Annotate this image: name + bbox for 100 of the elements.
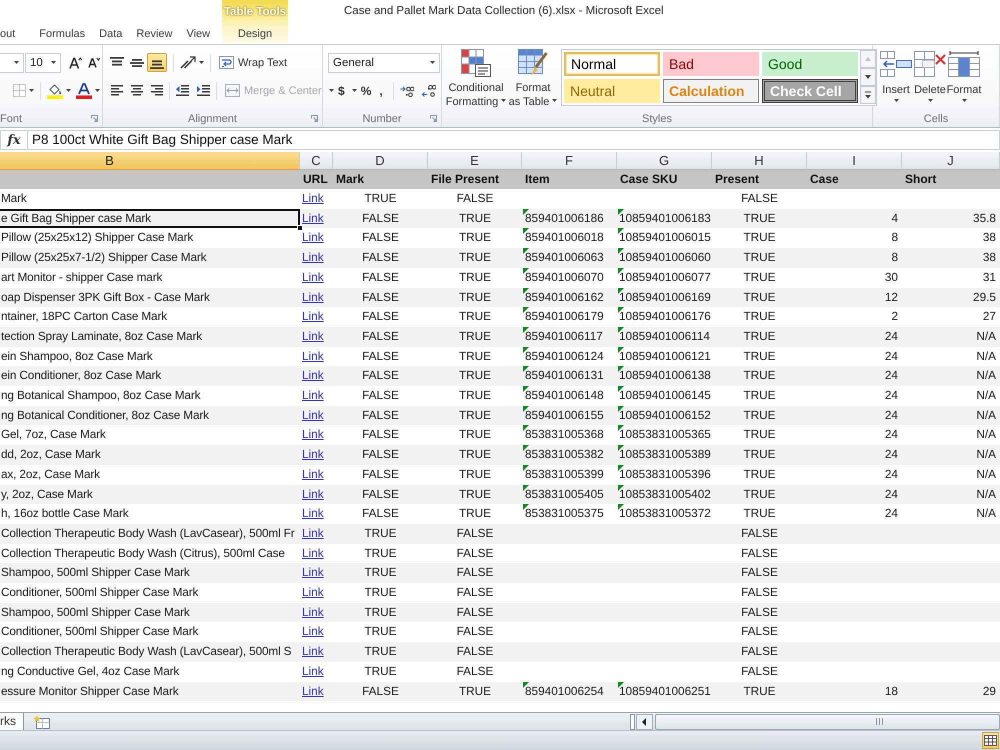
column-header[interactable]: F (522, 152, 617, 170)
expand-gallery-icon[interactable] (860, 86, 876, 104)
font-color-icon[interactable] (76, 82, 92, 98)
scroll-down-icon[interactable] (860, 68, 876, 86)
caret-icon[interactable] (29, 89, 34, 92)
scroll-left-icon[interactable] (636, 714, 653, 730)
caret-icon[interactable] (352, 89, 357, 92)
hyperlink[interactable]: Link (300, 346, 333, 366)
dialog-launcher-icon[interactable] (311, 115, 318, 122)
column-header[interactable]: D (333, 152, 428, 170)
column-header[interactable]: I (807, 152, 902, 170)
caret-icon[interactable] (14, 61, 19, 64)
increase-indent-icon[interactable] (197, 85, 210, 96)
insert-button[interactable]: Insert (879, 49, 913, 110)
hyperlink[interactable]: Link (300, 268, 333, 288)
caret-icon[interactable] (894, 98, 898, 102)
cell-style-option[interactable]: Normal (564, 52, 660, 76)
hyperlink[interactable]: Link (300, 288, 333, 308)
hyperlink[interactable]: Link (300, 563, 333, 584)
format-as-table-button[interactable]: Format as Table (507, 49, 559, 110)
caret-icon[interactable] (95, 89, 100, 92)
column-header[interactable]: C (300, 152, 333, 170)
paint-bucket-icon[interactable] (47, 82, 63, 98)
cell-style-option[interactable]: Neutral (564, 79, 660, 103)
insert-function-button[interactable]: fx (0, 130, 28, 150)
wrap-text-button[interactable]: Wrap Text (217, 52, 290, 72)
normal-view-button[interactable] (982, 732, 999, 749)
caret-icon[interactable] (501, 98, 506, 102)
caret-icon[interactable] (430, 61, 435, 64)
scrollbar-thumb[interactable] (655, 714, 1000, 730)
caret-icon[interactable] (51, 61, 56, 64)
dialog-launcher-icon[interactable] (91, 115, 98, 122)
column-header[interactable]: H (712, 152, 807, 170)
ribbon-tab[interactable]: Formulas (32, 25, 92, 44)
new-sheet-icon[interactable] (33, 714, 50, 728)
dialog-launcher-icon[interactable] (430, 115, 437, 122)
column-header[interactable]: B (0, 152, 300, 170)
hyperlink[interactable]: Link (300, 425, 333, 446)
hyperlink[interactable]: Link (300, 583, 333, 603)
hyperlink[interactable]: Link (300, 464, 333, 485)
hyperlink[interactable]: Link (300, 682, 333, 702)
table-cell-text: essure Monitor Shipper Case Mark (0, 682, 180, 700)
delete-button[interactable]: Delete (913, 49, 947, 110)
decrease-indent-icon[interactable] (176, 85, 189, 96)
hyperlink[interactable]: Link (300, 366, 333, 386)
shrink-font-icon[interactable] (88, 57, 100, 68)
align-left-icon[interactable] (111, 85, 123, 96)
hyperlink[interactable]: Link (300, 642, 333, 662)
hyperlink[interactable]: Link (300, 504, 333, 524)
hyperlink[interactable]: Link (300, 622, 333, 642)
cell-style-option[interactable]: Bad (663, 52, 759, 76)
ribbon-tab[interactable]: Design (222, 25, 288, 44)
hyperlink[interactable]: Link (300, 189, 333, 209)
hyperlink[interactable]: Link (300, 406, 333, 426)
hyperlink[interactable]: Link (300, 228, 333, 248)
table-cell-text: FALSE (361, 387, 400, 404)
cell-style-option[interactable]: Good (762, 52, 858, 76)
accounting-format-button[interactable]: $ (334, 82, 349, 100)
sheet-tab[interactable]: rks (0, 713, 24, 730)
hyperlink[interactable]: Link (300, 445, 333, 465)
ribbon-tab[interactable]: out (0, 25, 22, 44)
ribbon-tab[interactable]: Data (92, 25, 130, 44)
percent-style-button[interactable]: % (356, 82, 376, 100)
table-cell-text: N/A (975, 466, 997, 483)
hyperlink[interactable]: Link (300, 326, 333, 347)
align-right-icon[interactable] (151, 85, 163, 96)
hyperlink[interactable]: Link (300, 662, 333, 682)
increase-decimal-icon[interactable] (400, 84, 414, 96)
formula-field[interactable]: P8 100ct White Gift Bag Shipper case Mark (28, 130, 1000, 150)
comma-style-button[interactable]: , (375, 82, 387, 100)
grow-font-icon[interactable] (69, 56, 82, 68)
hyperlink[interactable]: Link (300, 208, 333, 228)
ribbon-tab[interactable]: Review (129, 25, 180, 44)
table-cell-text: TRUE (458, 348, 492, 365)
format-button[interactable]: Format (947, 49, 981, 110)
column-header[interactable]: G (617, 152, 712, 170)
caret-icon[interactable] (199, 61, 204, 64)
align-center-icon[interactable] (131, 85, 143, 96)
slanted-lines-icon[interactable] (180, 56, 196, 69)
caret-icon[interactable] (928, 98, 932, 102)
hyperlink[interactable]: Link (300, 524, 333, 544)
hyperlink[interactable]: Link (300, 307, 333, 327)
column-header[interactable]: J (902, 152, 1000, 170)
bottom-align-button[interactable] (147, 53, 167, 72)
column-header[interactable]: E (428, 152, 522, 170)
caret-icon[interactable] (552, 98, 558, 102)
hyperlink[interactable]: Link (300, 484, 333, 504)
conditional-formatting-button[interactable]: Conditional Formatting (446, 49, 506, 110)
font-size-dropdown[interactable]: 10 (25, 52, 61, 72)
decrease-decimal-icon[interactable] (422, 84, 436, 96)
hyperlink[interactable]: Link (300, 386, 333, 406)
hyperlink[interactable]: Link (300, 544, 333, 564)
caret-icon[interactable] (66, 89, 71, 92)
hyperlink[interactable]: Link (300, 248, 333, 268)
ribbon-tab[interactable]: View (179, 25, 218, 44)
hyperlink[interactable]: Link (300, 602, 333, 622)
caret-icon[interactable] (962, 98, 966, 102)
number-format-dropdown[interactable]: General (328, 52, 440, 72)
fill-handle[interactable] (297, 225, 303, 232)
split-handle[interactable] (630, 714, 635, 730)
